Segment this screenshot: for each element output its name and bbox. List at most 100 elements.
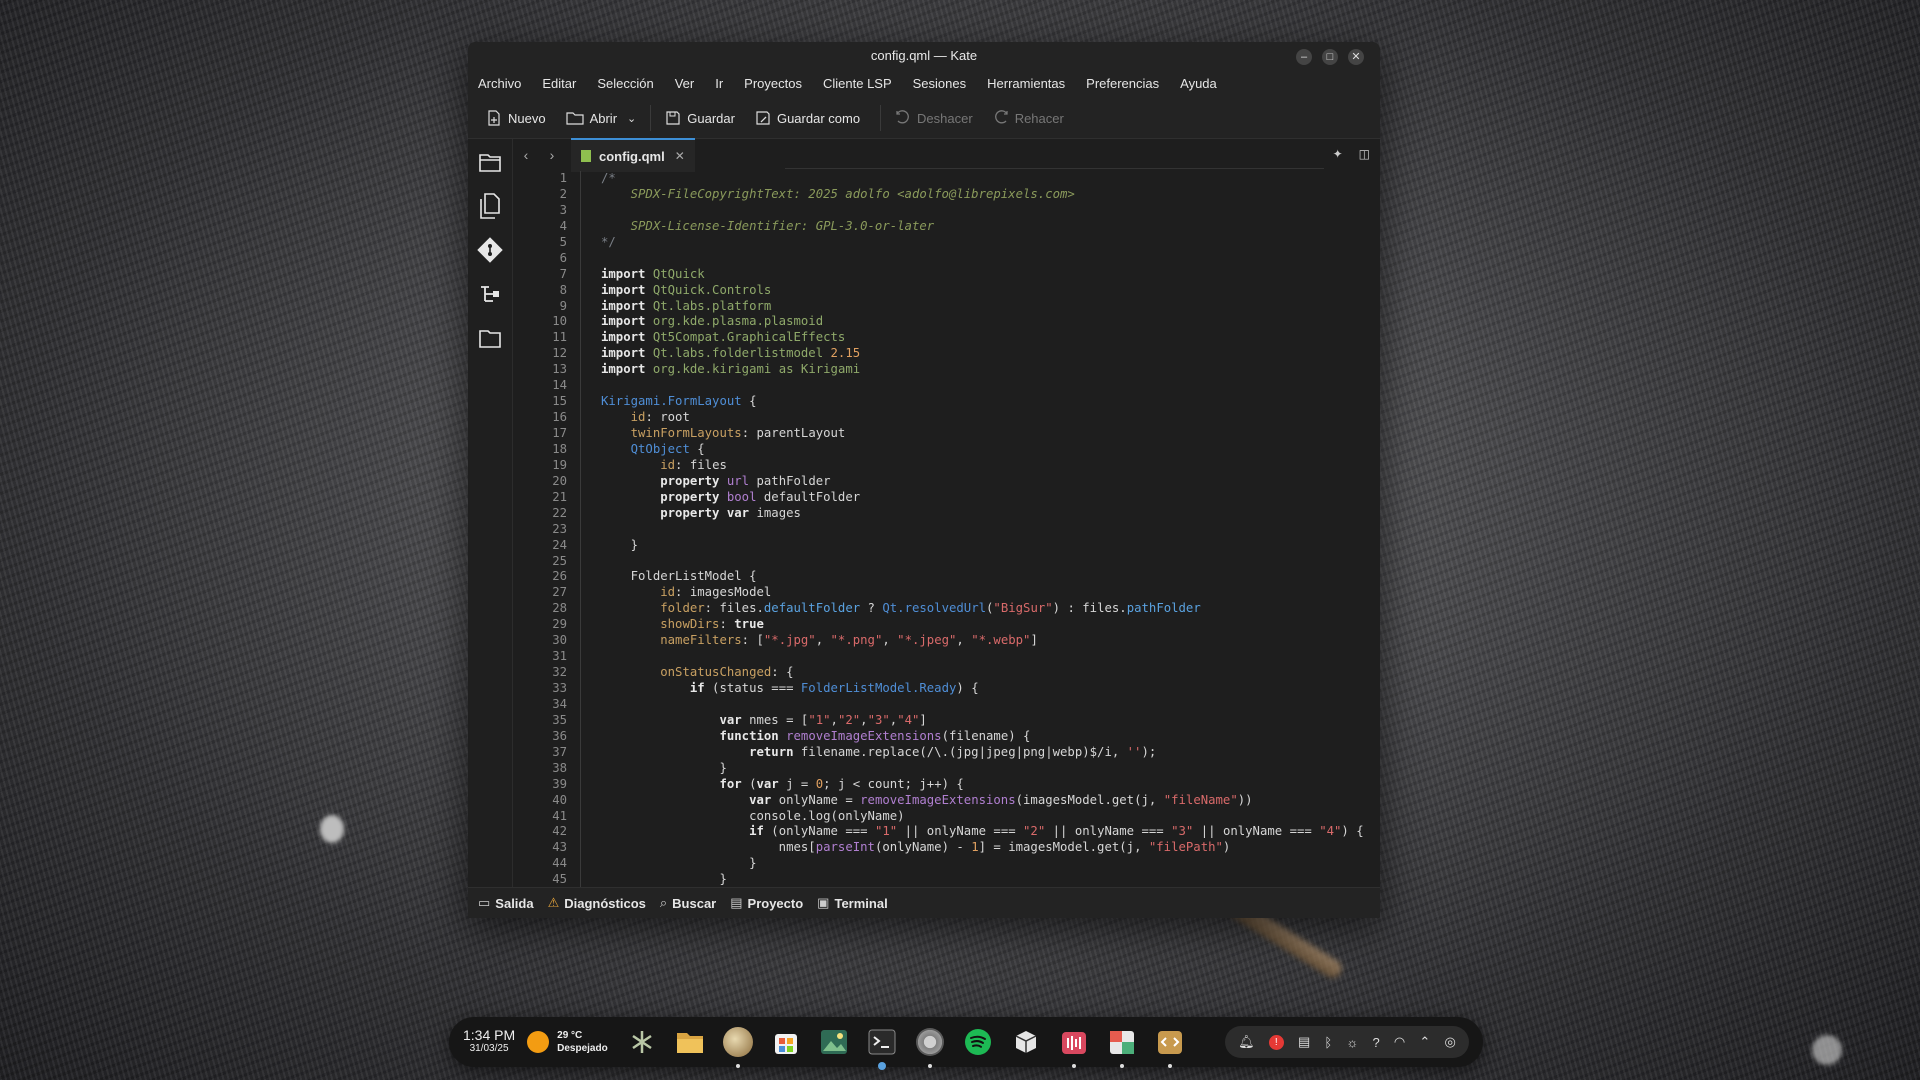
menu-seleccion[interactable]: Selección [597, 76, 653, 91]
spotify-icon[interactable] [960, 1024, 996, 1060]
code-line[interactable]: 32 onStatusChanged: { [513, 665, 1380, 681]
code-line[interactable]: 33 if (status === FolderListModel.Ready)… [513, 681, 1380, 697]
folder-icon[interactable] [672, 1024, 708, 1060]
forward-icon[interactable]: › [539, 147, 565, 163]
split-view-icon[interactable]: ◫ [1359, 147, 1370, 161]
update-alert-icon[interactable]: ! [1268, 1034, 1284, 1050]
code-line[interactable]: 40 var onlyName = removeImageExtensions(… [513, 793, 1380, 809]
notifications-icon[interactable]: 🔔︎ [1238, 1034, 1255, 1050]
output-tab[interactable]: ▭ Salida [478, 895, 534, 911]
code-line[interactable]: 41 console.log(onlyName) [513, 809, 1380, 825]
code-line[interactable]: 7 import QtQuick [513, 267, 1380, 283]
save-as-button[interactable]: Guardar como [755, 110, 860, 126]
code-line[interactable]: 44 } [513, 856, 1380, 872]
code-line[interactable]: 27 id: imagesModel [513, 585, 1380, 601]
code-line[interactable]: 10 import org.kde.plasma.plasmoid [513, 314, 1380, 330]
code-line[interactable]: 1 /* [513, 171, 1380, 187]
code-line[interactable]: 16 id: root [513, 410, 1380, 426]
code-line[interactable]: 29 showDirs: true [513, 617, 1380, 633]
diagnostics-tab[interactable]: ⚠ Diagnósticos [548, 895, 646, 911]
tab-config-qml[interactable]: config.qml ✕ [571, 138, 695, 172]
menu-editar[interactable]: Editar [542, 76, 576, 91]
code-line[interactable]: 23 [513, 522, 1380, 538]
code-line[interactable]: 5 */ [513, 235, 1380, 251]
save-button[interactable]: Guardar [665, 110, 735, 126]
clock[interactable]: 1:34 PM 31/03/25 [463, 1028, 515, 1055]
pin-icon[interactable]: ✦ [1333, 147, 1343, 161]
code-line[interactable]: 25 [513, 554, 1380, 570]
brightness-icon[interactable]: ☼ [1346, 1035, 1358, 1050]
code-line[interactable]: 8 import QtQuick.Controls [513, 283, 1380, 299]
code-line[interactable]: 24 } [513, 538, 1380, 554]
browser-icon[interactable] [720, 1024, 756, 1068]
code-line[interactable]: 4 SPDX-License-Identifier: GPL-3.0-or-la… [513, 219, 1380, 235]
code-line[interactable]: 42 if (onlyName === "1" || onlyName === … [513, 824, 1380, 840]
kde-icon[interactable] [624, 1024, 660, 1060]
code-line[interactable]: 12 import Qt.labs.folderlistmodel 2.15 [513, 346, 1380, 362]
code-line[interactable]: 38 } [513, 761, 1380, 777]
menu-ayuda[interactable]: Ayuda [1180, 76, 1217, 91]
menu-ir[interactable]: Ir [715, 76, 723, 91]
calendar-icon[interactable] [1104, 1024, 1140, 1068]
code-line[interactable]: 43 nmes[parseInt(onlyName) - 1] = images… [513, 840, 1380, 856]
code-line[interactable]: 14 [513, 378, 1380, 394]
settings-icon[interactable] [912, 1024, 948, 1068]
code-line[interactable]: 37 return filename.replace(/\.(jpg|jpeg|… [513, 745, 1380, 761]
package-icon[interactable] [1008, 1024, 1044, 1060]
code-line[interactable]: 9 import Qt.labs.platform [513, 299, 1380, 315]
code-line[interactable]: 3 [513, 203, 1380, 219]
menu-archivo[interactable]: Archivo [478, 76, 521, 91]
chevron-down-icon[interactable]: ⌄ [627, 112, 636, 125]
code-line[interactable]: 39 for (var j = 0; j < count; j++) { [513, 777, 1380, 793]
minimize-icon[interactable]: – [1296, 49, 1312, 65]
menu-preferencias[interactable]: Preferencias [1086, 76, 1159, 91]
help-icon[interactable]: ? [1372, 1035, 1379, 1050]
code-line[interactable]: 2 SPDX-FileCopyrightText: 2025 adolfo <a… [513, 187, 1380, 203]
code-line[interactable]: 35 var nmes = ["1","2","3","4"] [513, 713, 1380, 729]
menu-herramientas[interactable]: Herramientas [987, 76, 1065, 91]
maximize-icon[interactable]: □ [1322, 49, 1338, 65]
titlebar[interactable]: config.qml — Kate – □ ✕ [468, 42, 1380, 68]
code-line[interactable]: 31 [513, 649, 1380, 665]
code-line[interactable]: 26 FolderListModel { [513, 569, 1380, 585]
code-line[interactable]: 17 twinFormLayouts: parentLayout [513, 426, 1380, 442]
code-line[interactable]: 6 [513, 251, 1380, 267]
code-view[interactable]: 1 /* 2 SPDX-FileCopyrightText: 2025 adolfo… [513, 171, 1380, 888]
code-line[interactable]: 22 property var images [513, 506, 1380, 522]
open-button[interactable]: Abrir [565, 110, 617, 126]
code-line[interactable]: 28 folder: files.defaultFolder ? Qt.reso… [513, 601, 1380, 617]
weather-widget[interactable]: 29 °C Despejado [527, 1029, 608, 1055]
new-button[interactable]: Nuevo [486, 110, 546, 126]
wifi-icon[interactable]: ◠ [1394, 1034, 1405, 1050]
project-tab[interactable]: ▤ Proyecto [730, 895, 803, 911]
terminal-icon[interactable] [864, 1024, 900, 1070]
menu-proyectos[interactable]: Proyectos [744, 76, 802, 91]
expand-tray-icon[interactable]: ⌃ [1419, 1034, 1430, 1050]
projects-folder-icon[interactable] [475, 323, 505, 353]
git-icon[interactable] [475, 235, 505, 265]
menu-ver[interactable]: Ver [675, 76, 695, 91]
terminal-tab[interactable]: ▣ Terminal [817, 895, 888, 911]
clipboard-icon[interactable]: ▤ [1298, 1034, 1310, 1050]
menu-cliente-lsp[interactable]: Cliente LSP [823, 76, 892, 91]
tab-close-icon[interactable]: ✕ [675, 149, 685, 163]
code-line[interactable]: 36 function removeImageExtensions(filena… [513, 729, 1380, 745]
code-line[interactable]: 19 id: files [513, 458, 1380, 474]
menu-sesiones[interactable]: Sesiones [913, 76, 966, 91]
redo-button[interactable]: Rehacer [993, 110, 1064, 126]
undo-button[interactable]: Deshacer [895, 110, 973, 126]
image-viewer-icon[interactable] [816, 1024, 852, 1060]
code-line[interactable]: 30 nameFilters: ["*.jpg", "*.png", "*.jp… [513, 633, 1380, 649]
search-tab[interactable]: ⌕ Buscar [660, 895, 716, 911]
store-icon[interactable] [768, 1024, 804, 1060]
code-line[interactable]: 11 import Qt5Compat.GraphicalEffects [513, 330, 1380, 346]
code-line[interactable]: 20 property url pathFolder [513, 474, 1380, 490]
code-line[interactable]: 15 Kirigami.FormLayout { [513, 394, 1380, 410]
code-line[interactable]: 34 [513, 697, 1380, 713]
power-icon[interactable]: ◎ [1444, 1034, 1455, 1050]
code-line[interactable]: 13 import org.kde.kirigami as Kirigami [513, 362, 1380, 378]
code-line[interactable]: 45 } [513, 872, 1380, 888]
filesystem-browser-icon[interactable] [475, 147, 505, 177]
documents-icon[interactable] [475, 191, 505, 221]
audio-recorder-icon[interactable] [1056, 1024, 1092, 1068]
